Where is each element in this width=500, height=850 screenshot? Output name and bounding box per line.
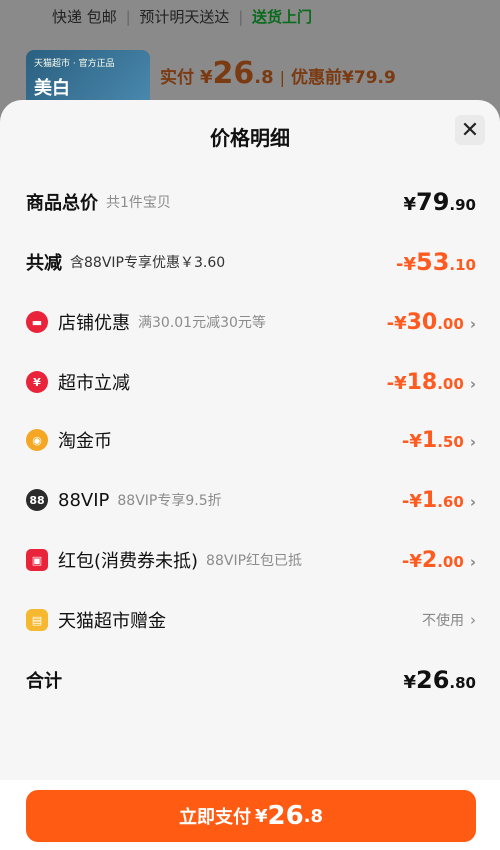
chevron-right-icon: › bbox=[469, 314, 476, 333]
row-sublabel: 满30.01元减30元等 bbox=[138, 315, 266, 331]
row-sublabel: 含88VIP专享优惠￥3.60 bbox=[70, 255, 226, 271]
thumbnail-caption: 天猫超市 · 官方正品 bbox=[34, 59, 115, 69]
row-total: 合计 ¥26.80 bbox=[26, 660, 476, 700]
row-supermarket-discount[interactable]: ¥ 超市立减 -¥ 18.00 › bbox=[26, 362, 476, 402]
row-label: 店铺优惠 bbox=[58, 313, 130, 334]
row-label: 淘金币 bbox=[58, 431, 112, 452]
row-amount: ¥26.80 bbox=[403, 666, 476, 694]
row-label: 天猫超市赠金 bbox=[58, 611, 166, 632]
gift-money-icon: ▤ bbox=[26, 609, 48, 631]
pay-int: 26 bbox=[267, 801, 304, 831]
row-amount: ¥79.90 bbox=[403, 188, 476, 216]
original-price: 优惠前¥79.9 bbox=[291, 68, 396, 88]
row-sublabel: 88VIP红包已抵 bbox=[206, 553, 303, 569]
row-gold-coin[interactable]: ◉ 淘金币 -¥ 1.50 › bbox=[26, 420, 476, 460]
price-separator: | bbox=[279, 68, 286, 87]
shipping-info: 快递 包邮 | 预计明天送达 | 送货上门 bbox=[52, 8, 313, 26]
row-label: 88VIP bbox=[58, 489, 110, 511]
row-sublabel: 88VIP专享9.5折 bbox=[117, 493, 222, 509]
red-packet-icon: ▣ bbox=[26, 549, 48, 571]
row-shop-coupon[interactable]: ▬ 店铺优惠 满30.01元减30元等 -¥ 30.00 › bbox=[26, 302, 476, 342]
shop-coupon-icon: ▬ bbox=[26, 311, 48, 333]
paid-label: 实付 bbox=[160, 68, 194, 88]
paid-dec: .8 bbox=[254, 67, 274, 88]
pay-label: 立即支付 bbox=[178, 807, 251, 828]
row-amount: -¥ 1.60 › bbox=[401, 487, 476, 513]
row-amount: -¥ 1.50 › bbox=[401, 427, 476, 453]
chevron-right-icon: › bbox=[469, 432, 476, 451]
pay-currency: ¥ bbox=[254, 805, 268, 827]
shipping-door-delivery: 送货上门 bbox=[252, 8, 313, 26]
row-amount: -¥ 30.00 › bbox=[386, 309, 476, 335]
row-gift-money[interactable]: ▤ 天猫超市赠金 不使用 › bbox=[26, 600, 476, 640]
row-amount: -¥ 2.00 › bbox=[401, 547, 476, 573]
supermarket-discount-icon: ¥ bbox=[26, 371, 48, 393]
shipping-eta: 预计明天送达 bbox=[139, 8, 230, 26]
pay-dec: .8 bbox=[303, 805, 324, 827]
row-amount: -¥ 18.00 › bbox=[386, 369, 476, 395]
paid-int: 26 bbox=[212, 56, 255, 91]
price-detail-sheet: 价格明细 ✕ 商品总价 共1件宝贝 ¥79.90 共减 含88VIP专享优惠￥3… bbox=[0, 100, 500, 850]
gold-coin-icon: ◉ bbox=[26, 429, 48, 451]
row-label: 红包(消费券未抵) bbox=[58, 551, 199, 572]
row-status: 不使用 › bbox=[422, 610, 476, 630]
pay-now-button[interactable]: 立即支付 ¥26.8 bbox=[26, 790, 476, 842]
row-label: 商品总价 bbox=[26, 193, 98, 214]
row-red-packet[interactable]: ▣ 红包(消费券未抵) 88VIP红包已抵 -¥ 2.00 › bbox=[26, 540, 476, 580]
sheet-title: 价格明细 bbox=[210, 126, 290, 150]
close-button[interactable]: ✕ bbox=[455, 115, 485, 145]
thumbnail-title: 美白 bbox=[34, 78, 70, 99]
background-price: 实付 ¥26.8 | 优惠前¥79.9 bbox=[160, 56, 396, 91]
chevron-right-icon: › bbox=[469, 374, 476, 393]
row-label: 超市立减 bbox=[58, 373, 130, 394]
chevron-right-icon: › bbox=[469, 552, 476, 571]
row-total-discount: 共减 含88VIP专享优惠￥3.60 -¥ 53.10 bbox=[26, 242, 476, 282]
shipping-free: 快递 包邮 bbox=[52, 8, 117, 26]
row-label: 共减 bbox=[26, 253, 62, 274]
not-used-text: 不使用 bbox=[422, 613, 464, 629]
row-88vip[interactable]: 88 88VIP 88VIP专享9.5折 -¥ 1.60 › bbox=[26, 480, 476, 520]
chevron-right-icon: › bbox=[469, 492, 476, 511]
paid-currency: ¥ bbox=[200, 67, 213, 88]
vip-88-icon: 88 bbox=[26, 489, 48, 511]
row-label: 合计 bbox=[26, 671, 62, 692]
row-amount: -¥ 53.10 bbox=[396, 248, 476, 276]
close-icon: ✕ bbox=[460, 117, 480, 143]
row-sublabel: 共1件宝贝 bbox=[106, 195, 171, 211]
chevron-right-icon: › bbox=[470, 611, 476, 629]
row-total-goods: 商品总价 共1件宝贝 ¥79.90 bbox=[26, 182, 476, 222]
